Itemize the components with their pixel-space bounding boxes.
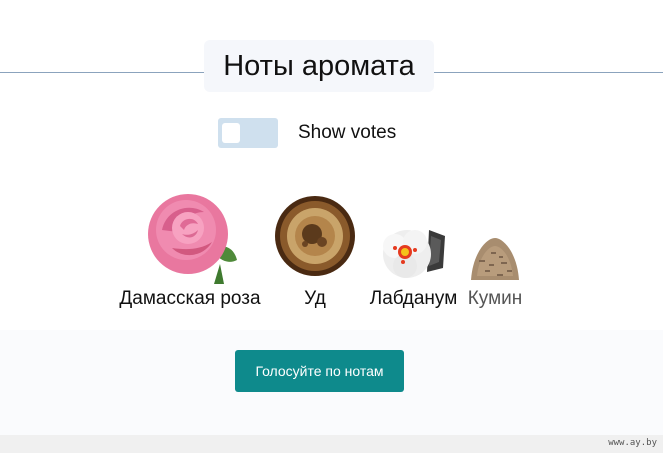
- show-votes-toggle[interactable]: [218, 118, 278, 148]
- section-title: Ноты аромата: [223, 49, 415, 82]
- note-item-labdanum[interactable]: Лабданум: [366, 190, 461, 310]
- note-item-oud[interactable]: Уд: [270, 190, 360, 310]
- vote-notes-button[interactable]: Голосуйте по нотам: [235, 350, 404, 392]
- note-item-cumin[interactable]: Кумин: [462, 190, 528, 310]
- show-votes-row: Show votes: [218, 118, 396, 148]
- note-label: Кумин: [467, 288, 523, 309]
- note-item-rose[interactable]: Дамасская роза: [115, 190, 265, 310]
- labdanum-flower-image: [382, 230, 445, 278]
- rose-image: [148, 194, 237, 284]
- oud-wood-image: [275, 196, 355, 276]
- note-label: Уд: [304, 288, 326, 309]
- note-label: Лабданум: [369, 288, 458, 309]
- footer-strip: [0, 435, 663, 453]
- watermark-text: www.ay.by: [608, 438, 657, 448]
- notes-list: Дамасская роза Уд Лабданум Кумин: [0, 190, 663, 320]
- cumin-seeds-image: [471, 238, 519, 280]
- toggle-knob: [222, 123, 240, 143]
- show-votes-label: Show votes: [298, 122, 397, 143]
- note-label: Дамасская роза: [119, 288, 261, 309]
- section-title-box: Ноты аромата: [204, 40, 434, 92]
